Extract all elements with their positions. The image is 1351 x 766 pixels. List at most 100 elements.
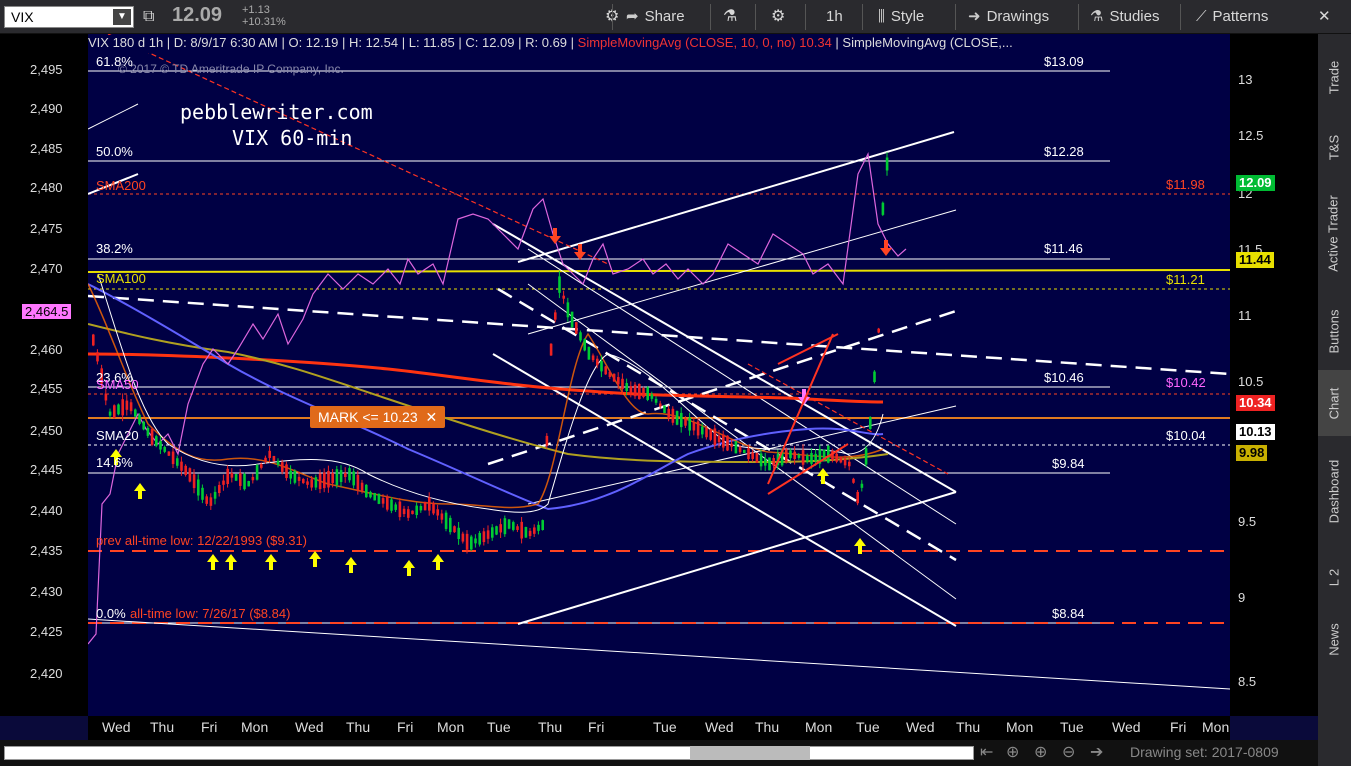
candle-body [264,457,267,462]
mark-alert-badge[interactable]: MARK <= 10.23 ✕ [310,406,446,428]
candle-body [591,355,595,361]
x-axis-label: Mon [437,719,465,735]
x-axis-label: Tue [487,719,511,735]
sma-badge: 9.98 [1236,445,1268,461]
share-button[interactable]: ➦ Share [626,0,685,34]
candle-body [222,480,225,485]
candle-body [713,428,717,446]
zoom-out-icon[interactable]: ⊖ [1062,742,1075,762]
sma100-label: SMA100 [96,271,146,286]
tab-news[interactable]: News [1318,606,1351,672]
patterns-button[interactable]: ⟋ Patterns [1196,0,1268,34]
candle-body [155,436,158,446]
flask-icon[interactable]: ⚗ [723,0,737,34]
share-icon: ➦ [626,8,639,25]
drawings-button[interactable]: ➜ Drawings [968,0,1049,34]
level-1004: $10.04 [1166,428,1206,443]
studies-button[interactable]: ⚗ Studies [1090,0,1160,34]
zoom-in-icon[interactable]: ⊕ [1034,742,1047,762]
tab-buttons[interactable]: Buttons [1318,296,1351,368]
candle-body [528,530,532,537]
close-icon[interactable]: ✕ [1318,0,1331,34]
rewind-icon[interactable]: ⇤ [980,742,993,762]
left-axis-label: 2,440 [30,503,63,518]
candle-body [213,491,217,499]
candle-body [495,526,498,535]
candle-body [239,473,242,486]
chart-scrollbar[interactable] [4,746,974,760]
candle-body [675,411,679,425]
candle-body [289,470,292,479]
symbol-input[interactable]: VIX ▼ [4,6,134,28]
tab-trade[interactable]: Trade [1318,42,1351,114]
x-axis-label: Mon [241,719,269,735]
forward-icon[interactable]: ➔ [1090,742,1103,762]
candle-body [806,455,809,462]
x-axis-label: Fri [397,719,414,735]
candle-body [465,533,469,550]
candle-body [394,504,397,510]
gear-icon[interactable]: ⚙ [771,0,785,34]
candle-body [524,527,528,538]
candle-body [835,453,838,462]
candle-body [201,487,204,500]
candle-body [533,527,536,534]
crosshair-icon[interactable]: ⊕ [1006,742,1019,762]
candle-body [650,394,654,399]
link-icon[interactable]: ⧉ [143,0,154,34]
level-1228: $12.28 [1044,144,1084,159]
candle-body [629,386,633,393]
tab-times-sales[interactable]: T&S [1318,118,1351,178]
candle-body [642,388,645,397]
candle-body [377,493,381,504]
candle-body [612,373,616,382]
candle-body [860,483,864,488]
candle-body [810,453,813,464]
candle-body [184,465,187,475]
candle-body [734,441,738,454]
candle-body [129,402,133,412]
scrollbar-thumb[interactable] [690,746,810,760]
tab-active-trader[interactable]: Active Trader [1318,182,1351,290]
x-axis-label: Thu [346,719,371,735]
candle-body [323,472,326,489]
candle-body [436,509,439,516]
left-axis-label: 2,445 [30,462,63,477]
timeframe-button[interactable]: 1h [826,0,843,34]
candle-body [352,471,355,486]
candle-body [877,328,880,333]
candle-body [789,450,792,459]
candle-body [852,478,855,483]
candle-body [839,457,843,463]
close-icon[interactable]: ✕ [426,409,438,425]
candle-body [516,526,519,530]
sma10-badge: 10.34 [1236,395,1275,411]
tab-chart[interactable]: Chart [1318,370,1351,436]
tab-dashboard[interactable]: Dashboard [1318,444,1351,544]
candle-body [848,461,851,467]
sma20-badge: 10.13 [1236,424,1275,440]
candle-body [486,530,490,539]
style-button[interactable]: ⫼ Style [878,0,924,34]
candle-body [209,497,213,506]
candle-body [680,412,683,428]
chevron-down-icon[interactable]: ▼ [113,9,131,25]
right-axis-label: 8.5 [1238,674,1257,689]
candle-body [688,417,691,431]
candle-body [218,484,221,494]
candle-body [684,418,687,426]
candle-body [751,452,754,459]
flask-icon: ⚗ [1090,8,1104,25]
candle-body [575,322,578,334]
candle-body [444,512,448,529]
symbol-text: VIX [11,9,34,25]
level-1046: $10.46 [1044,370,1084,385]
left-axis-label: 2,420 [30,666,63,681]
tab-level2[interactable]: L 2 [1318,552,1351,602]
candle-body [327,470,330,488]
candle-body [604,366,607,375]
candle-body [407,509,410,518]
candle-body [449,517,452,533]
candle-body [566,302,570,318]
left-axis-label: 2,455 [30,381,63,396]
